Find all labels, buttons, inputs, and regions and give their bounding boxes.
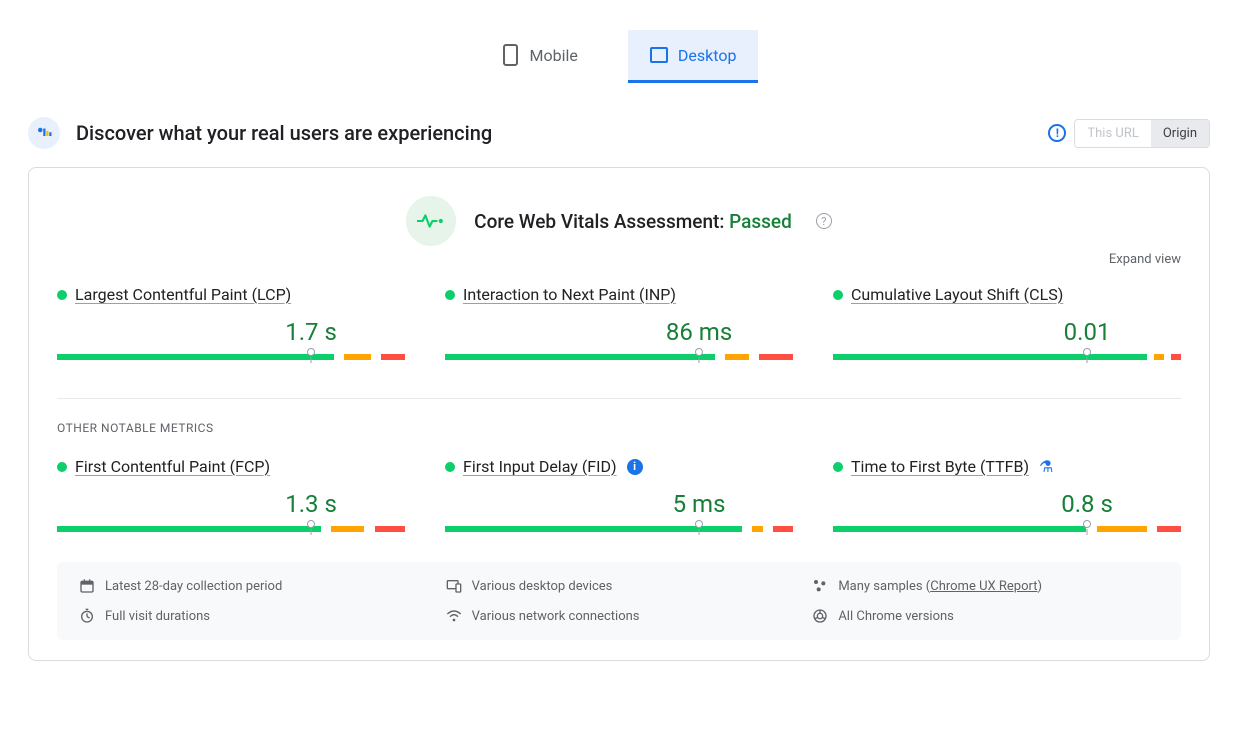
vitals-card: Core Web Vitals Assessment: Passed ? Exp… <box>28 167 1210 661</box>
metric-first-input-delay-fid-: First Input Delay (FID) i 5 ms <box>445 457 793 532</box>
metric-interaction-to-next-paint-inp-: Interaction to Next Paint (INP) 86 ms <box>445 285 793 360</box>
page-title: Discover what your real users are experi… <box>76 121 1048 145</box>
status-dot <box>57 462 67 472</box>
assessment-status: Passed <box>729 210 792 233</box>
metric-name[interactable]: Cumulative Layout Shift (CLS) <box>851 285 1063 304</box>
crux-report-link[interactable]: Chrome UX Report <box>930 579 1037 594</box>
platform-tabs: Mobile Desktop <box>28 30 1210 83</box>
experimental-icon: ⚗ <box>1039 457 1053 476</box>
info-icon[interactable]: i <box>627 459 643 475</box>
metric-value: 1.7 s <box>285 318 337 346</box>
distribution-bar <box>833 354 1181 360</box>
pulse-icon <box>406 196 456 246</box>
marker-icon <box>1083 348 1091 356</box>
tab-desktop[interactable]: Desktop <box>628 30 759 83</box>
metric-first-contentful-paint-fcp-: First Contentful Paint (FCP) 1.3 s <box>57 457 405 532</box>
marker-icon <box>307 348 315 356</box>
status-dot <box>833 290 843 300</box>
status-dot <box>445 462 455 472</box>
footer-info: Latest 28-day collection period Various … <box>57 562 1181 640</box>
tab-mobile-label: Mobile <box>530 46 578 65</box>
other-metrics-label: OTHER NOTABLE METRICS <box>57 421 1181 435</box>
status-dot <box>833 462 843 472</box>
footer-network: Various network connections <box>446 608 793 624</box>
metric-value: 86 ms <box>666 318 732 346</box>
divider <box>57 398 1181 399</box>
footer-devices: Various desktop devices <box>446 578 793 594</box>
metric-name[interactable]: First Input Delay (FID) <box>463 457 617 476</box>
distribution-bar <box>57 354 405 360</box>
assessment-row: Core Web Vitals Assessment: Passed ? <box>57 196 1181 246</box>
metric-name[interactable]: Interaction to Next Paint (INP) <box>463 285 676 304</box>
metric-value: 0.01 <box>1064 318 1111 346</box>
footer-period: Latest 28-day collection period <box>79 578 426 594</box>
other-metrics: First Contentful Paint (FCP) 1.3 s First I… <box>57 457 1181 532</box>
marker-icon <box>695 348 703 356</box>
assessment-text: Core Web Vitals Assessment: Passed <box>474 210 792 233</box>
toggle-origin[interactable]: Origin <box>1151 120 1209 147</box>
distribution-bar <box>833 526 1181 532</box>
marker-icon <box>307 520 315 528</box>
marker-icon <box>1083 520 1091 528</box>
metric-time-to-first-byte-ttfb-: Time to First Byte (TTFB) ⚗ 0.8 s <box>833 457 1181 532</box>
metric-name[interactable]: Time to First Byte (TTFB) <box>851 457 1029 476</box>
toggle-this-url[interactable]: This URL <box>1075 120 1150 147</box>
desktop-icon <box>650 42 668 68</box>
footer-durations: Full visit durations <box>79 608 426 624</box>
distribution-bar <box>445 526 793 532</box>
expand-view-link[interactable]: Expand view <box>57 252 1181 267</box>
metric-value: 5 ms <box>673 490 726 518</box>
status-dot <box>57 290 67 300</box>
distribution-bar <box>57 526 405 532</box>
footer-versions: All Chrome versions <box>812 608 1159 624</box>
metric-cumulative-layout-shift-cls-: Cumulative Layout Shift (CLS)0.01 <box>833 285 1181 360</box>
metric-name[interactable]: Largest Contentful Paint (LCP) <box>75 285 291 304</box>
footer-samples: Many samples (Chrome UX Report) <box>812 578 1159 594</box>
metric-value: 1.3 s <box>285 490 337 518</box>
scope-toggle: This URL Origin <box>1074 119 1210 148</box>
help-icon[interactable]: ? <box>816 213 832 229</box>
metric-largest-contentful-paint-lcp-: Largest Contentful Paint (LCP) 1.7 s <box>57 285 405 360</box>
info-icon[interactable]: ! <box>1048 124 1066 142</box>
metric-name[interactable]: First Contentful Paint (FCP) <box>75 457 270 476</box>
tab-mobile[interactable]: Mobile <box>480 30 600 83</box>
status-dot <box>445 290 455 300</box>
phone-icon <box>502 42 520 68</box>
core-metrics: Largest Contentful Paint (LCP) 1.7 s Inter… <box>57 285 1181 360</box>
distribution-bar <box>445 354 793 360</box>
assessment-label: Core Web Vitals Assessment: <box>474 210 724 233</box>
users-icon <box>28 117 60 149</box>
marker-icon <box>695 520 703 528</box>
tab-desktop-label: Desktop <box>678 46 737 65</box>
header-row: Discover what your real users are experi… <box>28 117 1210 149</box>
metric-value: 0.8 s <box>1061 490 1113 518</box>
